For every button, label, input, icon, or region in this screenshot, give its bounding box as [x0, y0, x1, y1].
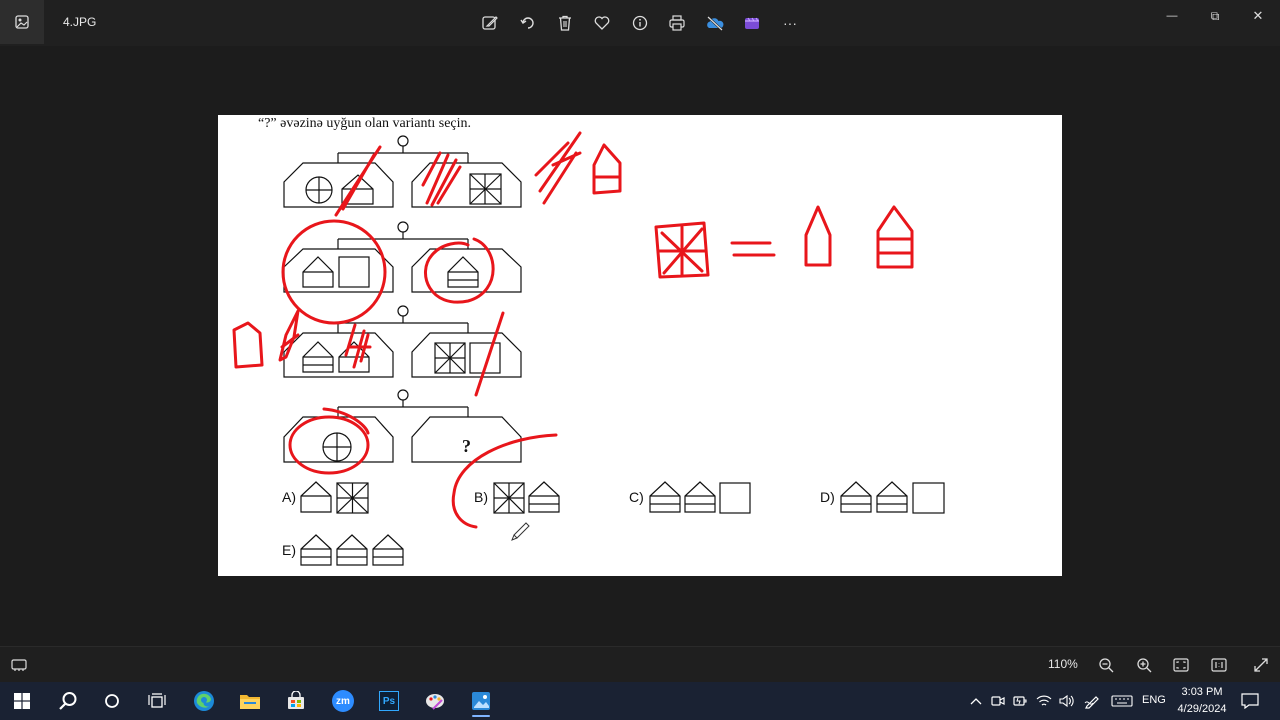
fit-to-window-icon[interactable]: [1170, 654, 1192, 676]
clipchamp-icon[interactable]: [740, 11, 764, 35]
zoom-app-badge: zm: [332, 690, 354, 712]
delete-icon[interactable]: [553, 11, 577, 35]
mystery-mark: ?: [462, 436, 471, 456]
favorite-icon[interactable]: [590, 11, 614, 35]
meet-now-icon[interactable]: [988, 691, 1008, 711]
rotate-icon[interactable]: [516, 11, 540, 35]
photos-icon[interactable]: [0, 0, 44, 44]
store-icon[interactable]: [279, 685, 313, 717]
question-text: “?” əvəzinə uyğun olan variantı seçin.: [258, 116, 472, 131]
file-explorer-icon[interactable]: [233, 685, 267, 717]
more-icon[interactable]: ···: [778, 11, 802, 35]
windows-start-icon[interactable]: [5, 685, 39, 717]
photoshop-badge: Ps: [379, 691, 399, 711]
photoshop-icon[interactable]: Ps: [372, 685, 406, 717]
filmstrip-icon[interactable]: [8, 654, 30, 676]
wifi-icon[interactable]: [1034, 691, 1054, 711]
maximize-button[interactable]: ⧉: [1200, 5, 1230, 27]
paint-icon[interactable]: [418, 685, 452, 717]
zoom-out-icon[interactable]: [1095, 654, 1117, 676]
photos-icon[interactable]: [464, 685, 498, 717]
answer-d-label: D): [820, 489, 835, 505]
task-view-icon[interactable]: [140, 685, 174, 717]
answer-c-label: C): [629, 489, 644, 505]
file-name: 4.JPG: [63, 15, 97, 29]
cortana-icon[interactable]: [95, 685, 129, 717]
edit-icon[interactable]: [478, 11, 502, 35]
image-viewport[interactable]: “?” əvəzinə uyğun olan variantı seçin. ?…: [0, 46, 1280, 646]
pen-icon[interactable]: [1082, 691, 1102, 711]
answer-b-label: B): [474, 489, 488, 505]
displayed-image: “?” əvəzinə uyğun olan variantı seçin. ?…: [218, 115, 1062, 576]
keyboard-icon[interactable]: [1110, 691, 1134, 711]
fullscreen-icon[interactable]: [1250, 654, 1272, 676]
zoom-icon[interactable]: zm: [326, 685, 360, 717]
title-bar: 4.JPG ··· — ⧉ ✕: [0, 0, 1280, 46]
photos-app-window: 4.JPG ··· — ⧉ ✕ “?” əvəzinə uyğun olan v…: [0, 0, 1280, 720]
actual-size-icon[interactable]: [1208, 654, 1230, 676]
print-icon[interactable]: [665, 11, 689, 35]
chevron-up-icon[interactable]: [966, 691, 986, 711]
clock-date[interactable]: 4/29/2024: [1172, 703, 1232, 715]
status-bar: 110%: [0, 646, 1280, 682]
clock-time[interactable]: 3:03 PM: [1180, 686, 1224, 698]
minimize-button[interactable]: —: [1157, 5, 1187, 27]
notifications-icon[interactable]: [1240, 691, 1260, 711]
puzzle-drawing: [232, 131, 945, 566]
edge-icon[interactable]: [187, 685, 221, 717]
onedrive-icon[interactable]: [703, 11, 727, 35]
zoom-level: 110%: [1048, 657, 1078, 671]
close-button[interactable]: ✕: [1243, 5, 1273, 27]
language-indicator[interactable]: ENG: [1142, 694, 1166, 706]
volume-icon[interactable]: [1056, 691, 1076, 711]
power-icon[interactable]: [1010, 691, 1030, 711]
search-icon[interactable]: [51, 685, 85, 717]
info-icon[interactable]: [628, 11, 652, 35]
windows-taskbar: zm Ps ENG 3:03 PM 4/29/2024: [0, 682, 1280, 720]
answer-a-label: A): [282, 489, 296, 505]
zoom-in-icon[interactable]: [1133, 654, 1155, 676]
answer-e-label: E): [282, 542, 296, 558]
